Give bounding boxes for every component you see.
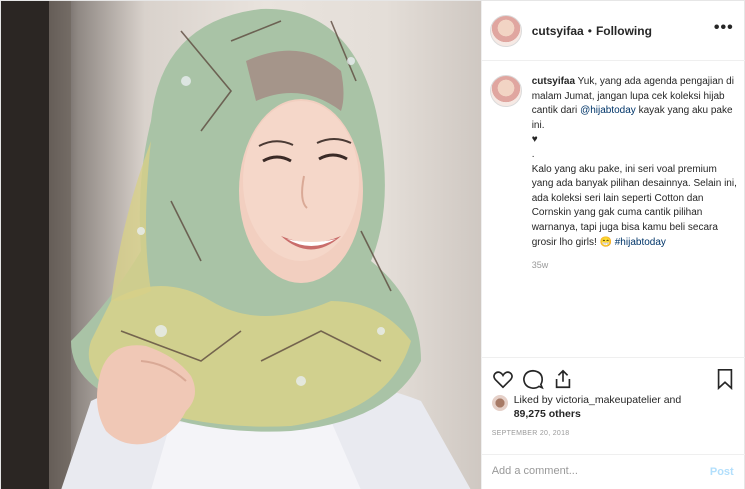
post-side-panel: cutsyifaa • Following ••• cutsyifaa Yuk,…	[480, 1, 745, 489]
photo-illustration	[1, 1, 471, 489]
caption-dot: .	[531, 148, 535, 160]
comment-input[interactable]	[491, 465, 692, 477]
post-photo[interactable]	[1, 1, 481, 489]
likes-prefix: Liked by	[513, 394, 553, 406]
caption-timestamp[interactable]: 35w	[532, 258, 738, 273]
action-bar	[481, 357, 745, 397]
post-date[interactable]: SEPTEMBER 20, 2018	[492, 430, 570, 437]
following-button[interactable]: Following	[596, 24, 652, 38]
likes-text: Liked by victoria_makeupatelier and 89,2…	[514, 393, 682, 421]
caption-text: cutsyifaa Yuk, yang ada agenda pengajian…	[532, 75, 738, 273]
comment-bubble-icon[interactable]	[522, 368, 544, 390]
likes-and: and	[663, 394, 682, 406]
caption-paragraph2: Kalo yang aku pake, ini seri voal premiu…	[531, 163, 737, 248]
caption-avatar[interactable]	[489, 75, 522, 107]
header-separator: •	[587, 23, 592, 38]
liker-username[interactable]: victoria_makeupatelier	[556, 394, 661, 406]
post-header: cutsyifaa • Following •••	[481, 1, 745, 61]
likes-count[interactable]: 89,275 others	[514, 408, 581, 420]
caption: cutsyifaa Yuk, yang ada agenda pengajian…	[489, 75, 740, 273]
heart-outline-icon[interactable]	[492, 368, 514, 390]
more-options-icon[interactable]: •••	[714, 19, 734, 37]
header-username[interactable]: cutsyifaa	[532, 24, 584, 38]
liker-avatar[interactable]	[491, 395, 508, 411]
share-icon[interactable]	[552, 368, 574, 390]
hashtag-link[interactable]: #hijabtoday	[615, 237, 666, 248]
grin-emoji: 😁	[599, 236, 612, 248]
mention-link[interactable]: @hijabtoday	[580, 105, 636, 116]
likes-summary: Liked by victoria_makeupatelier and 89,2…	[491, 393, 742, 421]
avatar[interactable]	[489, 14, 522, 47]
bookmark-icon[interactable]	[714, 368, 736, 390]
caption-username[interactable]: cutsyifaa	[532, 76, 575, 87]
heart-emoji: ♥	[531, 134, 538, 146]
post-comment-button[interactable]: Post	[710, 466, 734, 478]
comment-box: Post	[481, 454, 745, 489]
instagram-post: cutsyifaa • Following ••• cutsyifaa Yuk,…	[0, 0, 745, 489]
